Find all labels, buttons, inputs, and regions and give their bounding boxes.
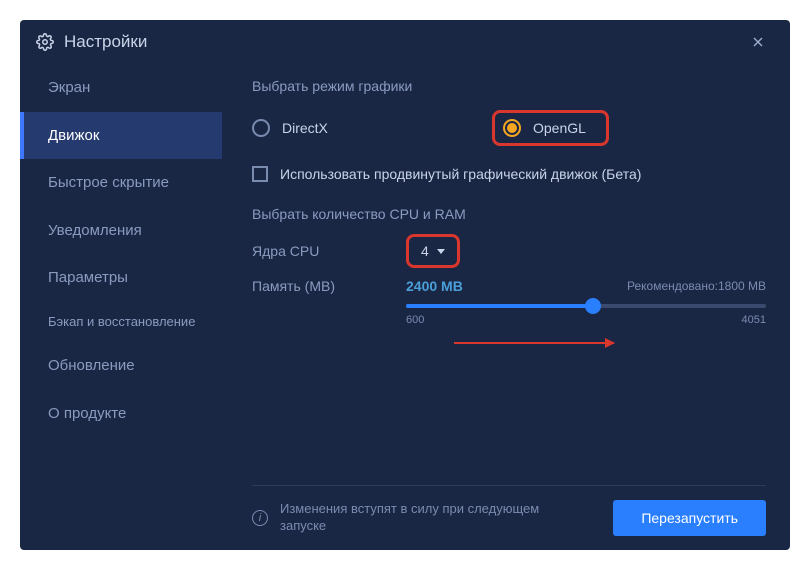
- sidebar-item-update[interactable]: Обновление: [20, 342, 222, 390]
- restart-button[interactable]: Перезапустить: [613, 500, 766, 536]
- memory-value: 2400 MB: [406, 278, 463, 294]
- slider-min: 600: [406, 314, 424, 326]
- memory-row: Память (MB) 2400 MB Рекомендовано:1800 M…: [252, 278, 766, 294]
- cpu-row: Ядра CPU 4: [252, 234, 766, 268]
- arrow-annotation: [454, 342, 614, 344]
- radio-icon: [503, 119, 521, 137]
- arrow-right-icon: [605, 338, 615, 348]
- graphics-radio-group: DirectX OpenGL: [252, 110, 766, 146]
- gear-icon: [36, 33, 54, 51]
- content-panel: Выбрать режим графики DirectX OpenGL Исп…: [222, 64, 790, 550]
- sidebar-item-backup[interactable]: Бэкап и восстановление: [20, 302, 222, 343]
- dropdown-value: 4: [421, 243, 429, 259]
- close-button[interactable]: [742, 26, 774, 58]
- sidebar-item-about[interactable]: О продукте: [20, 390, 222, 438]
- highlight-cpu-dropdown: 4: [406, 234, 460, 268]
- highlight-opengl: OpenGL: [492, 110, 609, 146]
- footer: i Изменения вступят в силу при следующем…: [252, 485, 766, 550]
- cpu-ram-section: Выбрать количество CPU и RAM Ядра CPU 4 …: [252, 206, 766, 326]
- slider-max: 4051: [742, 314, 766, 326]
- cpuram-section-label: Выбрать количество CPU и RAM: [252, 206, 766, 222]
- graphics-section-label: Выбрать режим графики: [252, 78, 766, 94]
- slider-range-labels: 600 4051: [406, 314, 766, 326]
- sidebar: Экран Движок Быстрое скрытие Уведомления…: [20, 64, 222, 550]
- memory-recommended: Рекомендовано:1800 MB: [627, 279, 766, 293]
- radio-icon: [252, 119, 270, 137]
- sidebar-item-engine[interactable]: Движок: [20, 112, 222, 160]
- sidebar-item-parameters[interactable]: Параметры: [20, 254, 222, 302]
- info-icon: i: [252, 510, 268, 526]
- settings-window: Настройки Экран Движок Быстрое скрытие У…: [20, 20, 790, 550]
- advanced-engine-checkbox[interactable]: Использовать продвинутый графический дви…: [252, 166, 766, 182]
- restart-notice: Изменения вступят в силу при следующем з…: [280, 501, 560, 535]
- chevron-down-icon: [437, 249, 445, 254]
- radio-directx[interactable]: DirectX: [252, 119, 492, 137]
- radio-label: DirectX: [282, 120, 328, 136]
- slider-thumb[interactable]: [585, 298, 601, 314]
- sidebar-item-screen[interactable]: Экран: [20, 64, 222, 112]
- sidebar-item-quickhide[interactable]: Быстрое скрытие: [20, 159, 222, 207]
- titlebar: Настройки: [20, 20, 790, 64]
- checkbox-label: Использовать продвинутый графический дви…: [280, 166, 641, 182]
- cpu-label: Ядра CPU: [252, 243, 406, 259]
- radio-label: OpenGL: [533, 120, 586, 136]
- cpu-cores-dropdown[interactable]: 4: [413, 239, 453, 263]
- memory-slider-area: 600 4051: [406, 304, 766, 326]
- memory-label: Память (MB): [252, 278, 406, 294]
- window-title: Настройки: [64, 32, 147, 52]
- radio-opengl[interactable]: OpenGL: [503, 119, 586, 137]
- window-body: Экран Движок Быстрое скрытие Уведомления…: [20, 64, 790, 550]
- sidebar-item-notifications[interactable]: Уведомления: [20, 207, 222, 255]
- memory-slider[interactable]: [406, 304, 766, 308]
- slider-fill: [406, 304, 593, 308]
- checkbox-icon: [252, 166, 268, 182]
